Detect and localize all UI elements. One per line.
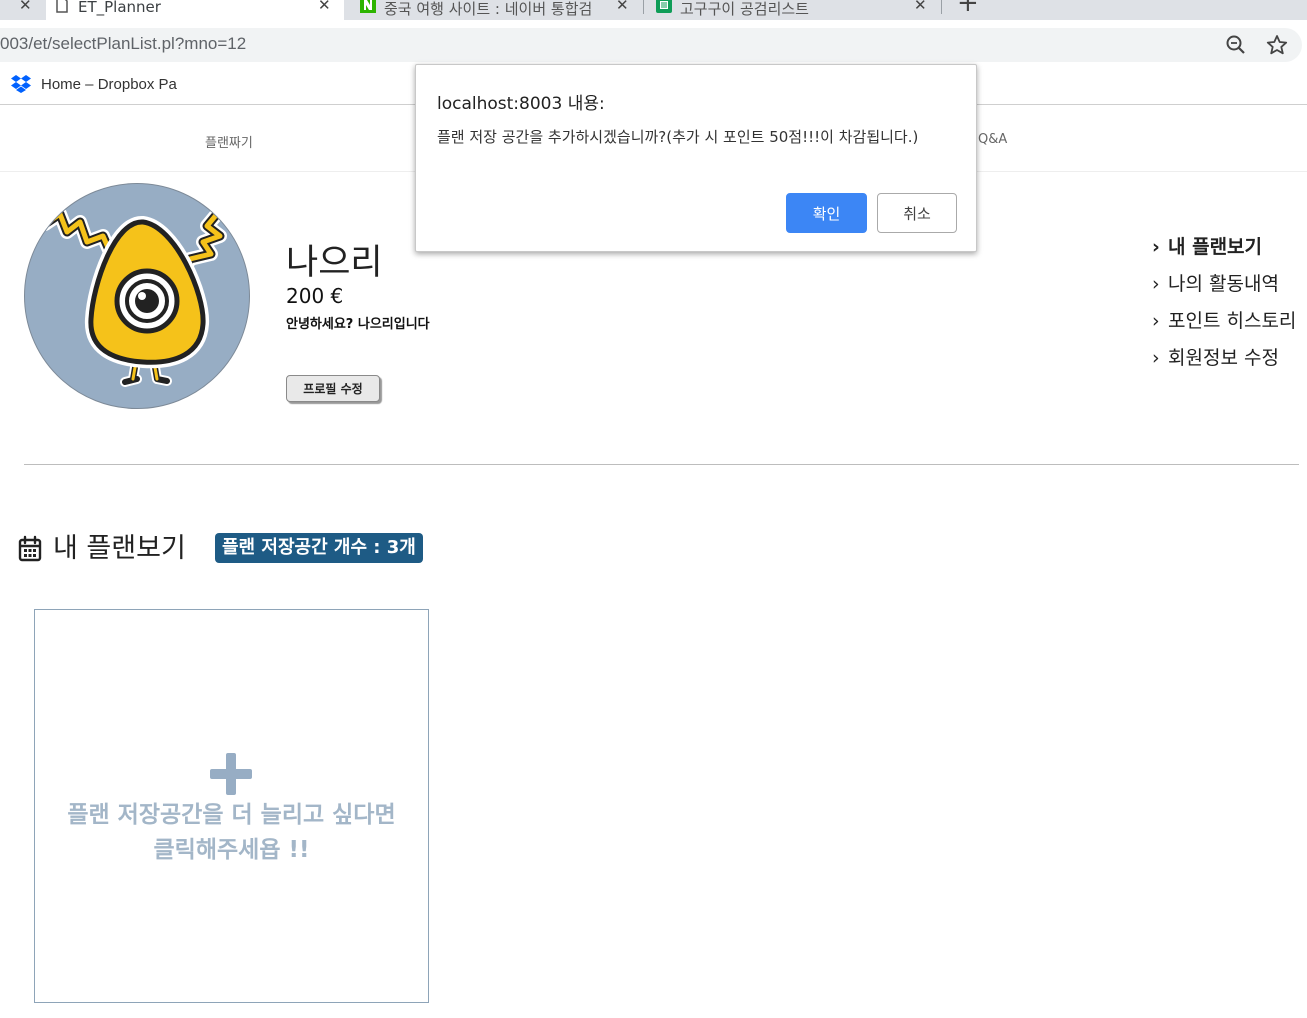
document-icon	[56, 0, 68, 13]
tab-separator	[643, 0, 644, 14]
new-tab-icon[interactable]: +	[957, 0, 979, 18]
add-storage-text: 플랜 저장공간을 더 늘리고 싶다면 클릭해주세욥 !!	[35, 798, 428, 868]
side-menu-label: 내 플랜보기	[1168, 236, 1263, 258]
chevron-right-icon: ›	[1152, 310, 1160, 332]
side-menu-edit-member[interactable]: › 회원정보 수정	[1152, 343, 1279, 370]
add-storage-card[interactable]: 플랜 저장공간을 더 늘리고 싶다면 클릭해주세욥 !!	[34, 609, 429, 1003]
dialog-message: 플랜 저장 공간을 추가하시겠습니까?(추가 시 포인트 50점!!!이 차감됩…	[437, 128, 919, 146]
sheets-icon	[656, 0, 672, 13]
confirm-dialog: localhost:8003 내용: 플랜 저장 공간을 추가하시겠습니까?(추…	[415, 64, 977, 252]
tab-close-icon[interactable]: ✕	[616, 0, 629, 14]
profile-greeting: 안녕하세요? 나으리입니다	[286, 317, 430, 332]
confirm-button[interactable]: 확인	[786, 193, 867, 233]
section-title: 내 플랜보기	[53, 533, 186, 564]
prev-tab-close-icon[interactable]: ✕	[19, 0, 32, 14]
side-menu-point-history[interactable]: › 포인트 히스토리	[1152, 306, 1296, 333]
browser-tabstrip: ✕ ET_Planner ✕ 중국 여행 사이트 : 네이버 통합검 ✕ 고구구…	[0, 0, 1307, 20]
storage-count-badge: 플랜 저장공간 개수 : 3개	[215, 533, 423, 563]
nav-qna[interactable]: Q&A	[978, 132, 1007, 147]
chevron-right-icon: ›	[1152, 273, 1160, 295]
chevron-right-icon: ›	[1152, 347, 1160, 369]
browser-tab[interactable]: 고구구이 공검리스트 ✕	[648, 0, 938, 20]
tab-close-icon[interactable]: ✕	[318, 0, 331, 14]
calendar-icon	[18, 535, 42, 562]
tab-title: ET_Planner	[78, 0, 161, 16]
chevron-right-icon: ›	[1152, 236, 1160, 258]
section-divider	[24, 464, 1299, 465]
browser-toolbar: 003/et/selectPlanList.pl?mno=12	[0, 20, 1307, 66]
avatar	[24, 183, 250, 409]
tab-title: 고구구이 공검리스트	[680, 0, 809, 18]
dialog-title: localhost:8003 내용:	[437, 94, 605, 114]
profile-points: 200 €	[286, 284, 344, 308]
add-storage-line1: 플랜 저장공간을 더 늘리고 싶다면	[67, 802, 396, 828]
side-menu-my-plans[interactable]: › 내 플랜보기	[1152, 232, 1262, 259]
browser-tab[interactable]: 중국 여행 사이트 : 네이버 통합검 ✕	[352, 0, 642, 20]
bookmark-star-icon[interactable]	[1266, 34, 1288, 56]
browser-tab-active[interactable]: ET_Planner ✕	[46, 0, 344, 20]
nav-plan-builder[interactable]: 플랜짜기	[205, 132, 253, 151]
dropbox-icon	[11, 75, 31, 93]
add-storage-line2: 클릭해주세욥 !!	[153, 837, 310, 863]
address-bar[interactable]: 003/et/selectPlanList.pl?mno=12	[0, 28, 1302, 62]
zoom-icon[interactable]	[1225, 34, 1247, 56]
bookmark-label: Home – Dropbox Pa	[41, 76, 177, 93]
cancel-button[interactable]: 취소	[877, 193, 957, 233]
naver-icon	[360, 0, 376, 13]
plus-icon	[210, 753, 252, 795]
tab-close-icon[interactable]: ✕	[914, 0, 927, 14]
side-menu-label: 회원정보 수정	[1168, 347, 1279, 369]
profile-name: 나으리	[286, 243, 383, 283]
side-menu-activity[interactable]: › 나의 활동내역	[1152, 269, 1279, 296]
edit-profile-button[interactable]: 프로필 수정	[286, 375, 380, 402]
avatar-mascot-icon	[38, 207, 227, 387]
side-menu-label: 포인트 히스토리	[1168, 310, 1297, 332]
tab-separator	[941, 0, 942, 14]
tab-title: 중국 여행 사이트 : 네이버 통합검	[384, 0, 593, 18]
url-text[interactable]: 003/et/selectPlanList.pl?mno=12	[0, 34, 246, 54]
side-menu-label: 나의 활동내역	[1168, 273, 1279, 295]
